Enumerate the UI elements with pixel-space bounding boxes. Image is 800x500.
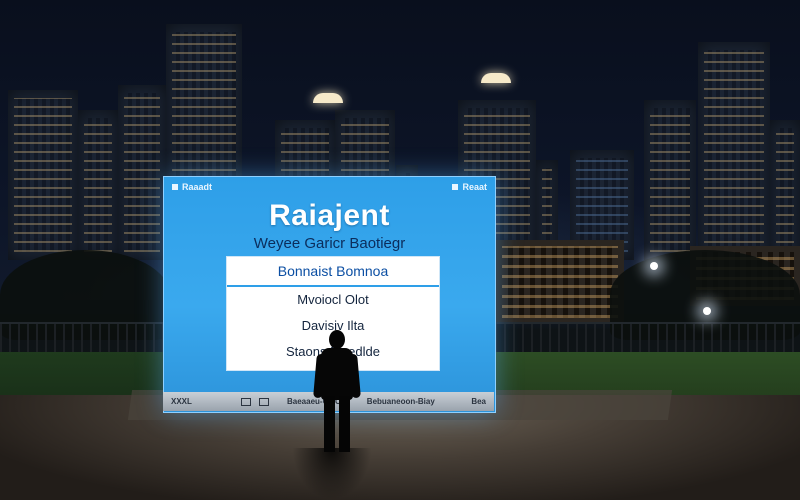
skyscraper (698, 42, 770, 260)
footer-mid-label: Bebuaneoon-Biay (366, 397, 435, 406)
person-shadow (292, 448, 372, 500)
building-dome (481, 73, 511, 83)
skyscraper (8, 90, 78, 260)
skyscraper (78, 110, 118, 260)
panel-topbar-right-label: Reaat (462, 182, 487, 192)
footer-icons (241, 397, 269, 406)
footer-window-icon[interactable] (259, 397, 269, 406)
footer-window-icon[interactable] (241, 397, 251, 406)
panel-title: Raiajent (269, 199, 390, 232)
footer-right-label: Bea (471, 397, 486, 406)
badge-icon (452, 184, 459, 190)
skyscraper (118, 85, 166, 260)
footer-left-label: XXXL (171, 397, 192, 406)
person-silhouette (312, 330, 362, 455)
building-dome (313, 93, 343, 103)
menu-card-header: Bonnaist Bomnoa (227, 257, 439, 287)
skyscraper (770, 120, 800, 260)
night-city-scene: Raaadt Reaat Raiajent Weyee Garicr Baoti… (0, 0, 800, 500)
person-leg (324, 396, 335, 452)
panel-subtitle: Weyee Garicr Baotiegr (253, 235, 406, 252)
panel-topbar-left: Raaadt (172, 182, 212, 192)
menu-card-item[interactable]: Mvoiocl Olot (227, 287, 439, 313)
person-torso (321, 348, 353, 400)
person-head (329, 330, 345, 349)
street-lamp (650, 262, 658, 270)
person-leg (339, 396, 350, 452)
panel-topbar: Raaadt Reaat (164, 177, 495, 197)
logo-icon (172, 184, 178, 190)
panel-topbar-left-label: Raaadt (182, 182, 213, 192)
street-lamp (703, 307, 711, 315)
skyscraper (644, 100, 696, 260)
low-building (496, 240, 624, 324)
panel-topbar-right: Reaat (452, 182, 487, 192)
